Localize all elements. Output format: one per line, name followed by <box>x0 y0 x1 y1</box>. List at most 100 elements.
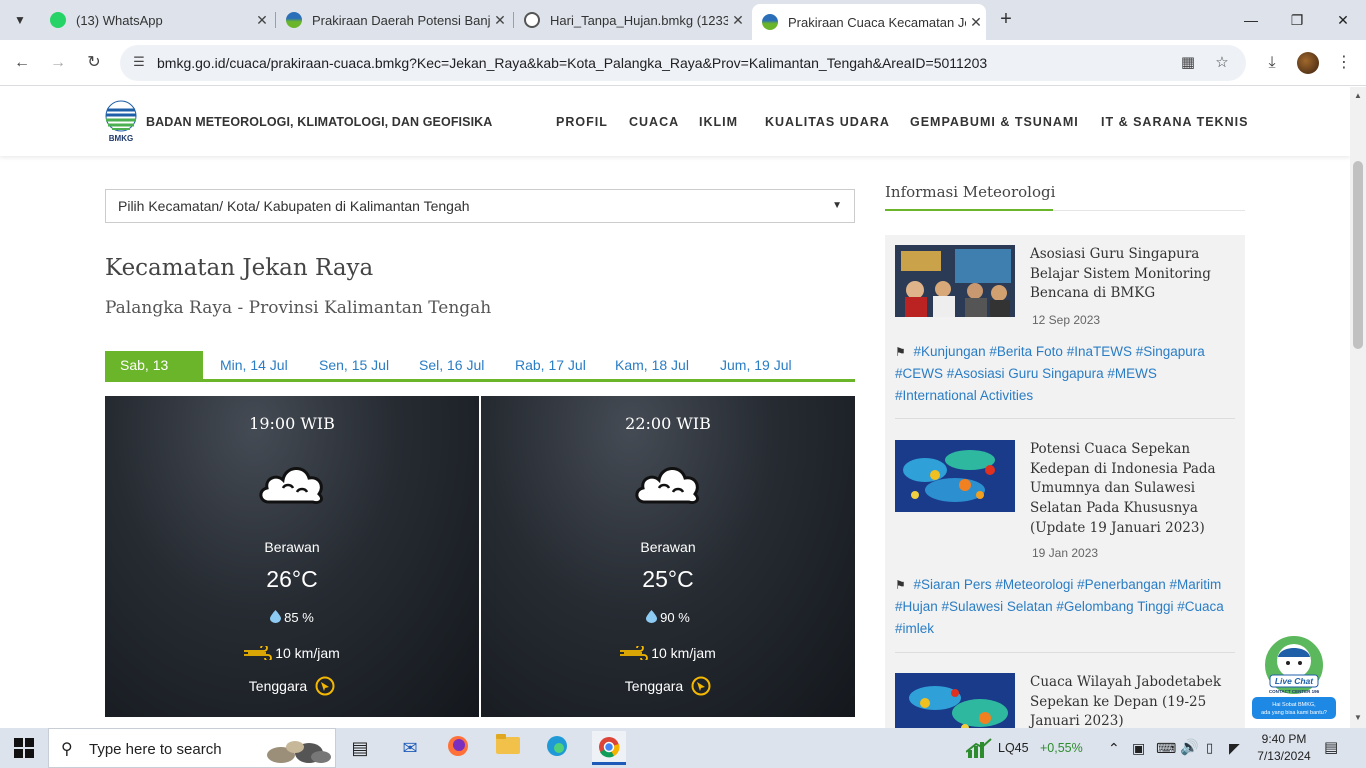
chrome-icon[interactable] <box>592 731 626 765</box>
tab-title: Prakiraan Cuaca Kecamatan Jek <box>788 14 966 30</box>
reload-button[interactable]: ↻ <box>82 51 106 75</box>
kecamatan-select[interactable]: Pilih Kecamatan/ Kota/ Kabupaten di Kali… <box>105 189 855 223</box>
edge-icon[interactable] <box>543 734 571 762</box>
day-tab[interactable]: Sen, 15 Jul <box>304 351 404 379</box>
tab-prakiraan-banjir[interactable]: Prakiraan Daerah Potensi Banjir ✕ <box>276 6 510 34</box>
url-text[interactable]: bmkg.go.id/cuaca/prakiraan-cuaca.bmkg?Ke… <box>157 55 987 71</box>
menu-kebab-icon[interactable]: ⋮ <box>1332 51 1356 75</box>
day-tab[interactable]: Rab, 17 Jul <box>500 351 601 379</box>
translate-icon[interactable]: ▦ <box>1178 53 1198 73</box>
battery-icon[interactable]: ▯ <box>1206 728 1213 768</box>
day-tab[interactable]: Jum, 19 Jul <box>705 351 807 379</box>
bmkg-logo[interactable]: BMKG <box>104 100 138 142</box>
restore-button[interactable]: ❐ <box>1274 0 1320 40</box>
wind-direction-label: Tenggara <box>248 678 308 694</box>
day-tab[interactable]: Sel, 16 Jul <box>404 351 499 379</box>
volume-icon[interactable]: 🔊 <box>1180 728 1199 768</box>
tag-link[interactable]: #imlek <box>895 621 934 636</box>
day-tab[interactable]: Sab, 13 Jul <box>105 351 203 401</box>
file-explorer-icon[interactable] <box>494 734 522 762</box>
address-bar[interactable]: ☰ bmkg.go.id/cuaca/prakiraan-cuaca.bmkg?… <box>120 45 1246 81</box>
tab-whatsapp[interactable]: (13) WhatsApp ✕ <box>40 6 272 34</box>
notifications-icon[interactable]: ▤ <box>1324 728 1338 768</box>
close-tab-icon[interactable]: ✕ <box>490 12 510 29</box>
day-tab[interactable]: Min, 14 Jul <box>205 351 303 379</box>
network-icon[interactable]: ◤ <box>1229 728 1240 768</box>
tag-link[interactable]: #Hujan <box>895 599 938 614</box>
bookmark-star-icon[interactable]: ☆ <box>1212 53 1232 73</box>
tag-link[interactable]: #Penerbangan <box>1077 577 1166 592</box>
tag-link[interactable]: #Gelombang Tinggi <box>1056 599 1173 614</box>
close-tab-icon[interactable]: ✕ <box>728 12 748 29</box>
scroll-up-icon[interactable]: ▲ <box>1350 91 1366 100</box>
windows-start-icon[interactable] <box>14 738 34 758</box>
site-info-icon[interactable]: ☰ <box>130 54 148 72</box>
tab-title: (13) WhatsApp <box>76 12 163 28</box>
nav-profil[interactable]: PROFIL <box>556 115 608 129</box>
nav-gempabumi-tsunami[interactable]: GEMPABUMI & TSUNAMI <box>910 115 1079 129</box>
close-window-button[interactable]: ✕ <box>1320 0 1366 40</box>
tag-link[interactable]: #International Activities <box>895 388 1033 403</box>
tab-hari-tanpa-hujan[interactable]: Hari_Tanpa_Hujan.bmkg (1233× ✕ <box>514 6 748 34</box>
close-tab-icon[interactable]: ✕ <box>966 14 986 31</box>
news-thumbnail[interactable] <box>895 245 1015 317</box>
org-name[interactable]: BADAN METEOROLOGI, KLIMATOLOGI, DAN GEOF… <box>146 115 492 129</box>
news-divider <box>895 418 1235 419</box>
stock-chart-icon[interactable] <box>966 738 992 758</box>
tag-link[interactable]: #MEWS <box>1107 366 1157 381</box>
stock-symbol[interactable]: LQ45 <box>998 728 1029 768</box>
live-chat-sub: CONTACT CENTER 196 <box>1269 689 1320 694</box>
nav-cuaca[interactable]: CUACA <box>629 115 679 129</box>
tag-link[interactable]: #InaTEWS <box>1067 344 1132 359</box>
nav-iklim[interactable]: IKLIM <box>699 115 738 129</box>
tag-link[interactable]: #Asosiasi Guru Singapura <box>947 366 1104 381</box>
forward-button[interactable]: → <box>46 51 70 75</box>
tag-link[interactable]: #Singapura <box>1136 344 1205 359</box>
language-icon[interactable]: ⌨ <box>1156 728 1176 768</box>
live-chat-widget[interactable]: Live Chat CONTACT CENTER 196 Hai Sobat B… <box>1252 635 1336 721</box>
news-title[interactable]: Cuaca Wilayah Jabodetabek Sepekan ke Dep… <box>1030 673 1230 728</box>
page-subtitle: Palangka Raya - Provinsi Kalimantan Teng… <box>105 298 492 318</box>
nav-kualitas-udara[interactable]: KUALITAS UDARA <box>765 115 890 129</box>
tag-link[interactable]: #Sulawesi Selatan <box>942 599 1053 614</box>
browser-tab-bar: ▼ (13) WhatsApp ✕ Prakiraan Daerah Poten… <box>0 0 1366 40</box>
back-button[interactable]: ← <box>10 51 34 75</box>
globe-icon <box>524 12 540 28</box>
news-thumbnail[interactable] <box>895 440 1015 512</box>
day-tab[interactable]: Kam, 18 Jul <box>600 351 704 379</box>
scroll-down-icon[interactable]: ▼ <box>1350 713 1366 722</box>
mail-icon[interactable]: ✉ <box>396 734 424 762</box>
tag-link[interactable]: #Berita Foto <box>989 344 1063 359</box>
show-hidden-icons-icon[interactable]: ⌃ <box>1108 728 1120 768</box>
profile-avatar[interactable] <box>1297 52 1319 74</box>
forecast-wind: 10 km/jam <box>481 645 855 661</box>
nav-it-sarana-teknis[interactable]: IT & SARANA TEKNIS <box>1101 115 1248 129</box>
tag-link[interactable]: #Meteorologi <box>995 577 1073 592</box>
tag-link[interactable]: #CEWS <box>895 366 943 381</box>
tab-search-button[interactable]: ▼ <box>8 8 32 32</box>
news-title[interactable]: Asosiasi Guru Singapura Belajar Sistem M… <box>1030 245 1230 304</box>
stock-change[interactable]: +0,55% <box>1040 728 1083 768</box>
taskbar-search-box[interactable]: ⚲ Type here to search <box>48 728 336 768</box>
taskbar-clock[interactable]: 9:40 PM 7/13/2024 <box>1250 731 1318 765</box>
news-date: 12 Sep 2023 <box>1032 313 1101 327</box>
minimize-button[interactable]: — <box>1228 0 1274 40</box>
firefox-icon[interactable] <box>444 734 472 762</box>
forecast-card[interactable]: 22:00 WIB Berawan 25°C 90 % 10 km/jam Te… <box>481 396 855 717</box>
download-icon[interactable]: ⤓ <box>1260 51 1284 75</box>
new-tab-button[interactable]: + <box>994 8 1018 32</box>
tag-link[interactable]: #Kunjungan <box>914 344 986 359</box>
task-view-icon[interactable]: ▤ <box>346 734 374 762</box>
tag-link[interactable]: #Cuaca <box>1177 599 1224 614</box>
news-title[interactable]: Potensi Cuaca Sepekan Kedepan di Indones… <box>1030 440 1230 539</box>
forecast-card[interactable]: 19:00 WIB Berawan 26°C 85 % 10 km/jam Te… <box>105 396 479 717</box>
news-thumbnail[interactable] <box>895 673 1015 728</box>
tag-link[interactable]: #Siaran Pers <box>914 577 992 592</box>
scrollbar-thumb[interactable] <box>1353 161 1363 349</box>
meet-now-icon[interactable]: ▣ <box>1132 728 1145 768</box>
tag-link[interactable]: #Maritim <box>1170 577 1222 592</box>
page-scrollbar[interactable]: ▲ ▼ <box>1350 87 1366 728</box>
close-tab-icon[interactable]: ✕ <box>252 12 272 29</box>
bmkg-favicon-icon <box>286 12 302 28</box>
tab-prakiraan-cuaca[interactable]: Prakiraan Cuaca Kecamatan Jek ✕ <box>752 4 986 40</box>
